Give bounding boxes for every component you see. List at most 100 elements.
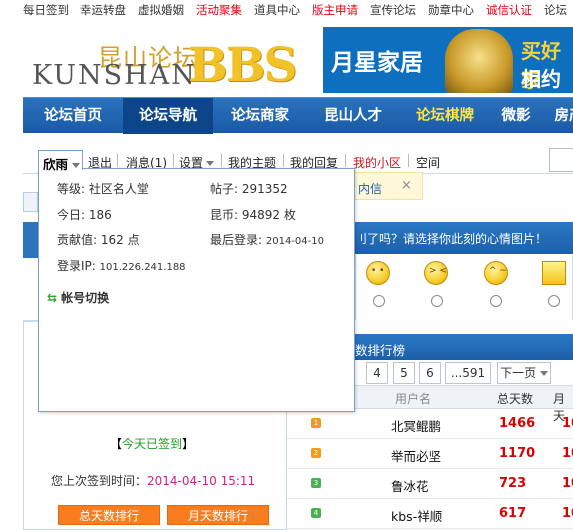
user-posts: 帖子: 291352 [210,182,288,196]
page-last[interactable]: ...591 [445,362,491,384]
mood-face-cry-icon[interactable]: > < [424,261,448,285]
notice-text[interactable]: 内信 [358,180,382,197]
last-login-value: 2014-04-10 [265,236,324,247]
toplink-props-center[interactable]: 道具中心 [254,2,300,18]
user-contribution: 贡献值: 162 点 [57,233,140,247]
banner-ad[interactable]: 月星家居 买好家 相约昆 [323,27,573,93]
rank-badge: 2 [311,448,321,458]
table-row: 4 kbs-祥顺 617 10 [287,499,573,529]
toplink-lucky-wheel[interactable]: 幸运转盘 [80,2,126,18]
notice-strip: 内信 × [355,172,423,200]
page-5[interactable]: 5 [393,362,415,384]
nav-real-estate[interactable]: 房产 [549,98,573,134]
site-logo[interactable]: 昆山论坛 KUNSHAN BBS [30,38,300,93]
next-page-label: 下一页 [500,366,537,380]
login-ip-value: 101.226.241.188 [99,262,186,273]
rank-total-days: 723 [499,476,527,491]
divider [117,154,118,167]
col-username: 用户名 [395,392,432,406]
toplink-virtual-marriage[interactable]: 虚拟婚姻 [138,2,184,18]
user-level: 等级: 社区名人堂 [57,182,149,196]
mood-prompt: 刂了吗？请选择你此刻的心情图片！ [355,232,548,246]
username: 欣雨 [43,157,69,172]
next-page-button[interactable]: 下一页 [497,362,551,384]
chevron-down-icon [206,161,215,166]
divider [408,154,409,167]
nav-forum-merchants[interactable]: 论坛商家 [213,98,307,134]
home-icon[interactable] [23,192,38,212]
rank-month-days: 10 [562,506,573,521]
space-link[interactable]: 空间 [416,154,440,171]
table-row: 2 举而必坚 1170 10 [287,439,573,469]
nav-kunshan-jobs[interactable]: 昆山人才 [307,98,399,134]
panel-header-strip [23,222,38,258]
rank-username[interactable]: 举而必坚 [391,446,441,465]
login-ip-label: 登录IP: [57,259,96,273]
mood-radio-3[interactable] [490,295,502,307]
my-space-link[interactable]: 我的小区 [353,154,401,171]
toplink-promote-forum[interactable]: 宣传论坛 [370,2,416,18]
rank-month-days: 10 [562,446,573,461]
top-links-bar: 每日签到 幸运转盘 虚拟婚姻 活动聚集 道具中心 版主申请 宣传论坛 勋章中心 … [0,0,573,18]
rank-username[interactable]: 北冥鲲鹏 [391,416,441,435]
user-dropdown-menu: 欣雨 等级: 社区名人堂 帖子: 291352 今日: 186 昆币: 9489… [38,150,355,412]
close-icon[interactable]: × [401,178,412,193]
rank-month-days: 10 [562,476,573,491]
mood-radio-4[interactable] [548,295,560,307]
table-row: 1 北冥鲲鹏 1466 10 [287,409,573,439]
signed-bracket-open: 【 [110,437,123,451]
signed-text: 今天已签到 [122,437,183,451]
logo-english-text: KUNSHAN [32,60,197,91]
mood-radio-2[interactable] [431,295,443,307]
logo-bbs-text: BBS [188,38,297,93]
toplink-medal-center[interactable]: 勋章中心 [428,2,474,18]
user-today: 今日: 186 [57,208,112,222]
col-total-days: 总天数 [497,392,534,406]
main-nav: 论坛首页 论坛导航 论坛商家 昆山人才 论坛棋牌 微影 房产 [23,97,573,134]
mood-face-wink-icon[interactable]: ^ ~ [484,261,508,285]
banner-brand: 月星家居 [331,50,423,76]
nav-forum-chess[interactable]: 论坛棋牌 [399,98,491,134]
last-login-label: 最后登录: [210,233,263,247]
switch-account-link[interactable]: ⇆ 帐号切换 [47,289,109,306]
nav-forum-home[interactable]: 论坛首页 [23,98,123,134]
rank-username[interactable]: kbs-祥顺 [391,506,442,525]
mood-face-sad-icon[interactable]: • • [366,261,390,285]
toplink-events[interactable]: 活动聚集 [196,2,242,18]
rank-total-days: 1170 [499,446,536,461]
mood-header: 刂了吗？请选择你此刻的心情图片！ [355,222,573,254]
switch-arrows-icon: ⇆ [47,291,58,305]
chevron-down-icon [539,371,548,376]
mood-radio-1[interactable] [373,295,385,307]
divider [345,154,346,167]
rank-username[interactable]: 鲁冰花 [391,476,429,495]
last-signin-label: 您上次签到时间： [51,474,148,488]
nav-micro-film[interactable]: 微影 [491,98,541,134]
rank-total-days: 1466 [499,416,536,431]
rank-badge: 4 [311,508,321,518]
toplink-moderator-apply[interactable]: 版主申请 [312,2,358,18]
rank-month-days: 10 [562,416,573,431]
banner-slogan-2: 相约昆 [521,67,561,91]
toplink-forum[interactable]: 论坛 [544,2,567,18]
divider [173,154,174,167]
search-input[interactable] [549,148,573,172]
page-4[interactable]: 4 [366,362,388,384]
rank-badge: 1 [311,418,321,428]
username-dropdown[interactable]: 欣雨 [38,150,83,172]
total-days-rank-button[interactable]: 总天数排行 [58,505,160,525]
banner-throne-image [445,29,513,93]
rank-total-days: 617 [499,506,527,521]
user-coins: 昆币: 94892 枚 [210,208,296,222]
table-row: 3 鲁冰花 723 10 [287,469,573,499]
signed-status: 【今天已签到】 [110,435,194,452]
mood-face-sparkle-icon[interactable] [542,261,566,285]
page-6[interactable]: 6 [419,362,441,384]
user-login-ip: 登录IP: 101.226.241.188 [57,257,186,274]
toplink-credit-cert[interactable]: 诚信认证 [486,2,532,18]
last-signin: 您上次签到时间：2014-04-10 15:11 [51,472,255,489]
month-days-rank-button[interactable]: 月天数排行 [167,505,269,525]
toplink-daily-signin[interactable]: 每日签到 [23,2,69,18]
divider [283,154,284,167]
nav-forum-guide[interactable]: 论坛导航 [123,98,213,134]
